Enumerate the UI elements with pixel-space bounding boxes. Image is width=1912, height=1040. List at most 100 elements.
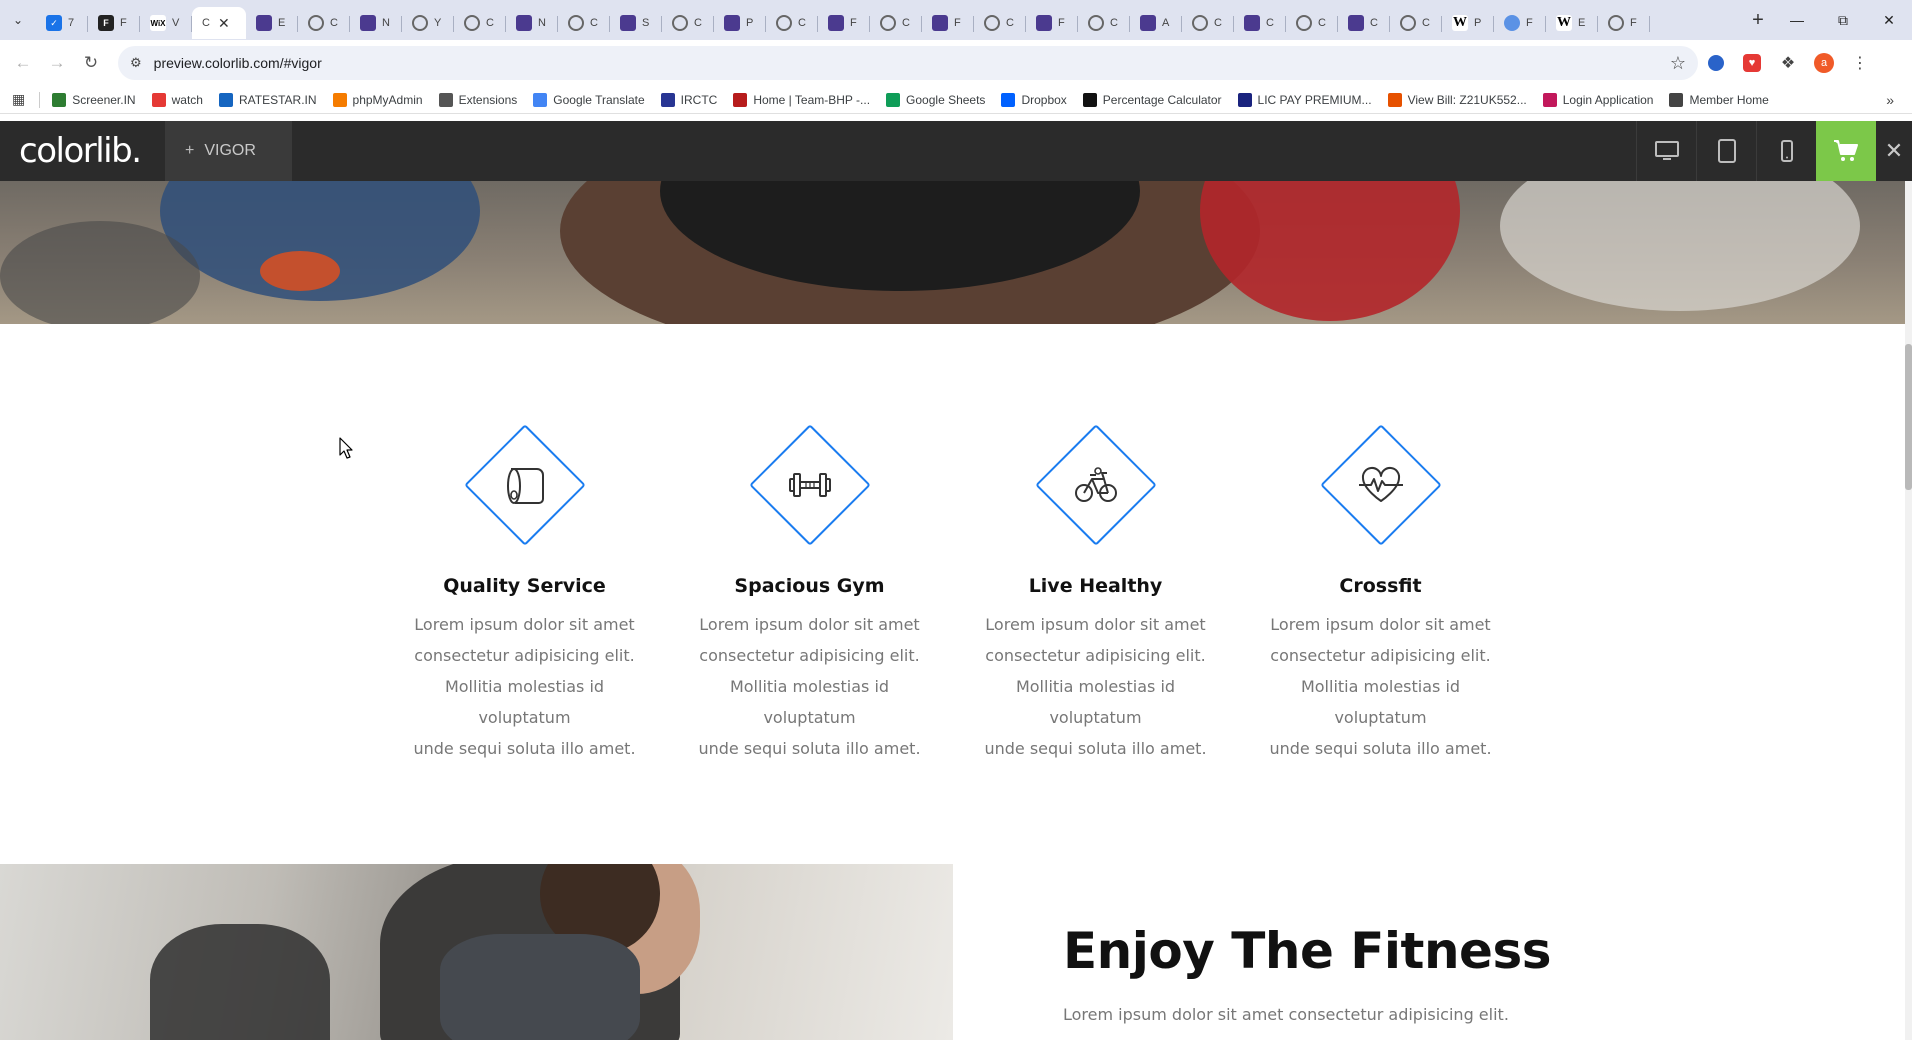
close-tab-icon[interactable]: ✕ — [218, 15, 230, 32]
browser-tab[interactable]: C — [454, 7, 506, 39]
browser-tab[interactable]: C — [974, 7, 1026, 39]
browser-tab[interactable]: ✓ 7 — [36, 7, 88, 39]
tab-title: V — [172, 17, 180, 29]
bookmark-item[interactable]: Home | Team-BHP -... — [733, 92, 870, 107]
theme-name: VIGOR — [204, 142, 256, 159]
tab-search-icon[interactable]: ⌄ — [0, 0, 36, 40]
extensions-puzzle-icon[interactable]: ❖ — [1770, 53, 1806, 73]
colorlib-logo[interactable]: colorlib. — [0, 121, 165, 181]
browser-tab[interactable]: C — [1338, 7, 1390, 39]
window-controls: — ⧉ ✕ — [1774, 0, 1912, 40]
bookmark-item[interactable]: Extensions — [438, 92, 517, 107]
browser-tab[interactable]: C — [766, 7, 818, 39]
wikipedia-icon: W — [1452, 15, 1468, 31]
address-bar[interactable]: ⚙ preview.colorlib.com/#vigor ☆ — [118, 46, 1698, 80]
bookmark-item[interactable]: Percentage Calculator — [1082, 92, 1222, 107]
minimize-icon[interactable]: — — [1774, 0, 1820, 40]
extension-shield-icon[interactable]: ♥ — [1734, 54, 1770, 72]
browser-tab[interactable]: C — [662, 7, 714, 39]
browser-tab-strip: ⌄ ✓ 7 F F WiX V C ✕ E C N Y C N C S C P C F C F C F C A C C C C C W P F W E… — [0, 0, 1912, 40]
tab-title: N — [538, 17, 546, 29]
bookmark-item[interactable]: LIC PAY PREMIUM... — [1237, 92, 1372, 107]
scrollbar-thumb[interactable] — [1905, 344, 1912, 490]
browser-tab[interactable]: C — [1234, 7, 1286, 39]
bookmark-item[interactable]: RATESTAR.IN — [218, 92, 317, 107]
cart-button[interactable] — [1816, 121, 1876, 181]
bookmark-label: Login Application — [1562, 92, 1654, 107]
browser-tab[interactable]: C — [870, 7, 922, 39]
browser-tab[interactable]: F — [1494, 7, 1546, 39]
tab-title: C — [798, 17, 806, 29]
browser-tab[interactable]: C — [1390, 7, 1442, 39]
site-info-icon[interactable]: ⚙ — [130, 55, 142, 71]
tablet-view-icon[interactable] — [1696, 121, 1756, 181]
browser-tab[interactable]: N — [350, 7, 402, 39]
browser-tab[interactable]: S — [610, 7, 662, 39]
browser-tab[interactable]: F — [818, 7, 870, 39]
bookmark-item[interactable]: IRCTC — [660, 92, 717, 107]
close-preview-icon[interactable]: ✕ — [1876, 121, 1912, 181]
bookmark-item[interactable]: phpMyAdmin — [332, 92, 423, 107]
profile-avatar[interactable]: a — [1806, 53, 1842, 73]
tab-title: C — [202, 17, 210, 29]
dumbbell-icon — [788, 473, 831, 497]
reload-icon[interactable]: ↻ — [76, 48, 106, 78]
browser-tab[interactable]: C — [1286, 7, 1338, 39]
browser-tab[interactable]: E — [246, 7, 298, 39]
wix-icon: WiX — [150, 15, 166, 31]
new-tab-button[interactable]: + — [1742, 9, 1774, 32]
browser-tab[interactable]: F — [1026, 7, 1078, 39]
browser-tab[interactable]: C ✕ — [192, 7, 246, 39]
bookmark-item[interactable]: Google Translate — [533, 92, 645, 107]
colorlib-preview-bar: colorlib. + VIGOR ✕ — [0, 121, 1912, 181]
bookmark-favicon-icon — [438, 92, 453, 107]
bookmarks-bar: ▦ Screener.IN watch RATESTAR.IN phpMyAdmin E… — [0, 86, 1912, 114]
browser-tab[interactable]: WiX V — [140, 7, 192, 39]
more-bookmarks-icon[interactable]: » — [1886, 92, 1894, 108]
bookmark-favicon-icon — [218, 92, 233, 107]
globe-icon — [464, 15, 480, 31]
bookmark-item[interactable]: watch — [151, 92, 203, 107]
bookmark-label: Google Sheets — [906, 92, 986, 107]
browser-menu-icon[interactable]: ⋮ — [1842, 53, 1878, 73]
bookmark-item[interactable]: Login Application — [1542, 92, 1654, 107]
browser-tab[interactable]: P — [714, 7, 766, 39]
bookmark-item[interactable]: Screener.IN — [52, 92, 136, 107]
browser-tab[interactable]: FF — [88, 7, 140, 39]
globe-icon — [984, 15, 1000, 31]
browser-tab[interactable]: F — [922, 7, 974, 39]
bookmark-favicon-icon — [886, 92, 901, 107]
bookmark-item[interactable]: Dropbox — [1001, 92, 1067, 107]
browser-tab[interactable]: C — [298, 7, 350, 39]
browser-tab[interactable]: N — [506, 7, 558, 39]
wikipedia-icon: W — [1556, 15, 1572, 31]
close-window-icon[interactable]: ✕ — [1866, 0, 1912, 40]
theme-switcher-button[interactable]: + VIGOR — [165, 121, 292, 181]
browser-tab[interactable]: WP — [1442, 7, 1494, 39]
bookmark-favicon-icon — [52, 92, 67, 107]
browser-tab[interactable]: F — [1598, 7, 1650, 39]
bookmark-item[interactable]: Google Sheets — [886, 92, 986, 107]
extension-blue-icon[interactable] — [1698, 55, 1734, 71]
desktop-view-icon[interactable] — [1636, 121, 1696, 181]
url-text[interactable]: preview.colorlib.com/#vigor — [154, 55, 1670, 71]
globe-icon — [568, 15, 584, 31]
bookmark-item[interactable]: View Bill: Z21UK552... — [1387, 92, 1527, 107]
browser-tab[interactable]: C — [1182, 7, 1234, 39]
browser-tab[interactable]: C — [558, 7, 610, 39]
mobile-view-icon[interactable] — [1756, 121, 1816, 181]
restore-icon[interactable]: ⧉ — [1820, 0, 1866, 40]
apps-grid-icon[interactable]: ▦ — [12, 91, 25, 108]
browser-tab[interactable]: A — [1130, 7, 1182, 39]
un-icon — [1504, 15, 1520, 31]
forward-icon[interactable]: → — [42, 48, 72, 78]
bookmark-item[interactable]: Member Home — [1669, 92, 1769, 107]
back-icon[interactable]: ← — [8, 48, 38, 78]
bookmark-star-icon[interactable]: ☆ — [1670, 53, 1686, 74]
browser-tab[interactable]: Y — [402, 7, 454, 39]
tab-title: F — [1526, 17, 1533, 29]
browser-tab[interactable]: WE — [1546, 7, 1598, 39]
scrollbar-track[interactable] — [1905, 181, 1912, 1040]
feature-card: Crossfit Lorem ipsum dolor sit amet cons… — [1258, 424, 1503, 764]
browser-tab[interactable]: C — [1078, 7, 1130, 39]
